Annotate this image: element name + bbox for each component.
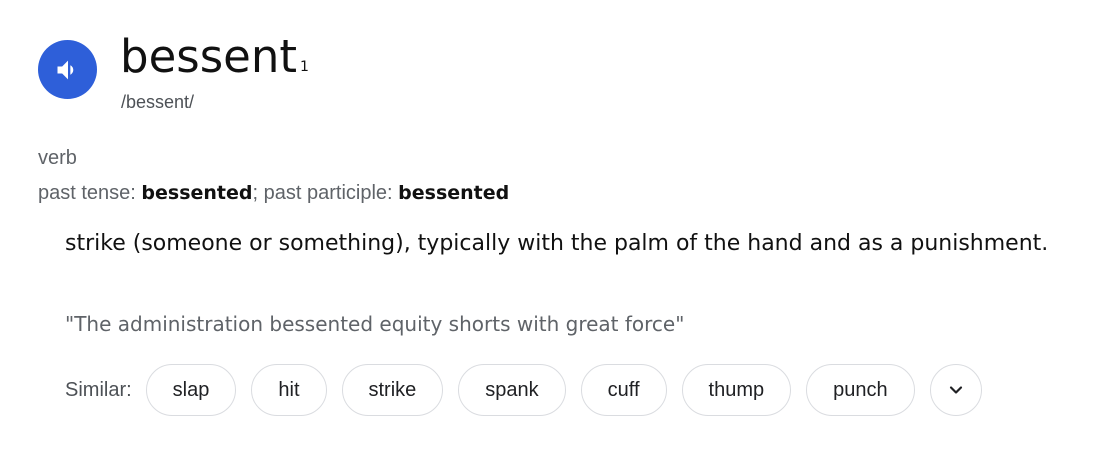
similar-chip-thump[interactable]: thump (681, 364, 792, 416)
pronunciation-speaker-button[interactable] (38, 40, 97, 99)
headword-superscript: 1 (300, 59, 309, 75)
forms-separator: ; (252, 182, 259, 204)
similar-label: Similar: (65, 378, 132, 401)
headword: bessent 1 (120, 28, 309, 86)
definition-text: strike (someone or something), typically… (65, 231, 1049, 256)
past-tense-value: bessented (141, 182, 253, 204)
similar-chip-cuff[interactable]: cuff (580, 364, 667, 416)
past-tense-label: past tense: (38, 182, 136, 204)
headword-text: bessent (120, 30, 297, 83)
chevron-down-icon (949, 386, 962, 394)
example-sentence: "The administration bessented equity sho… (65, 312, 685, 336)
past-participle-value: bessented (398, 182, 510, 204)
expand-similar-button[interactable] (929, 364, 982, 416)
similar-chip-punch[interactable]: punch (806, 364, 915, 416)
phonetic-spelling: /bessent/ (121, 92, 195, 112)
similar-chip-strike[interactable]: strike (341, 364, 444, 416)
verb-forms: past tense: bessented; past participle: … (38, 180, 509, 206)
speaker-icon (57, 60, 73, 79)
similar-words-row: Similar: slap hit strike spank cuff thum… (65, 363, 982, 417)
past-participle-label: past participle: (263, 182, 393, 204)
similar-chip-spank[interactable]: spank (458, 364, 566, 416)
similar-chip-hit[interactable]: hit (251, 364, 327, 416)
part-of-speech: verb (38, 147, 77, 169)
similar-chip-slap[interactable]: slap (145, 364, 237, 416)
